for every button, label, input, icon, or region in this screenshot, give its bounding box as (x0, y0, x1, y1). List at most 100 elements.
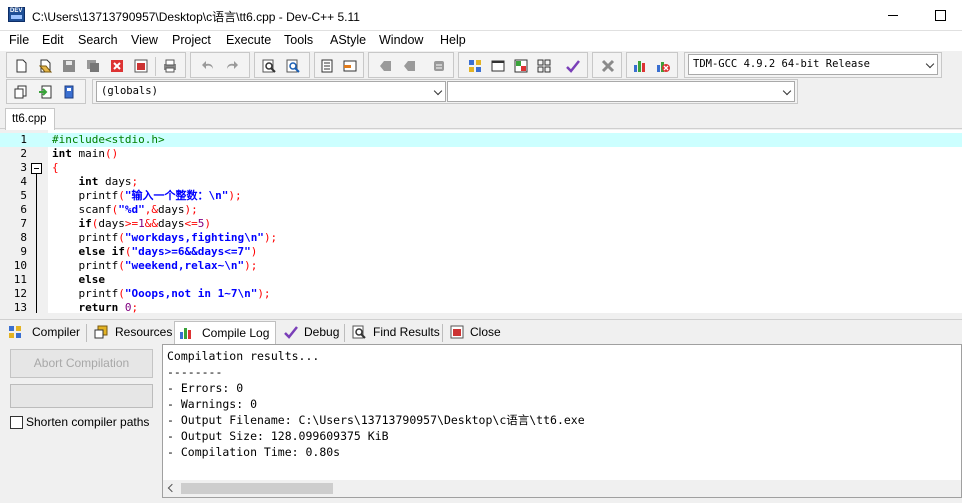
redo-button[interactable] (222, 57, 242, 75)
code-line[interactable]: 4 int days; (0, 175, 962, 189)
open-file-button[interactable] (35, 57, 55, 75)
search-icon (262, 59, 276, 73)
add-to-project-button[interactable] (35, 83, 55, 101)
compile-run-button[interactable] (511, 57, 531, 75)
line-number: 3 (20, 161, 27, 174)
fold-toggle-icon[interactable] (31, 163, 42, 174)
toggle-comment-button[interactable] (429, 57, 449, 75)
save-all-button[interactable] (83, 57, 103, 75)
class-select[interactable]: (globals) (96, 81, 446, 102)
menu-window[interactable]: Window (379, 33, 423, 47)
menu-view[interactable]: View (131, 33, 158, 47)
code-text: else (78, 273, 106, 286)
new-project-button[interactable] (11, 83, 31, 101)
minimize-button[interactable] (870, 0, 916, 30)
delete-profile-icon (657, 62, 670, 72)
clean-button[interactable] (598, 57, 618, 75)
code-line[interactable]: 9 else if("days>=6&&days<=7") (0, 245, 962, 259)
project-options-button[interactable] (59, 83, 79, 101)
print-button[interactable] (160, 57, 180, 75)
code-text: scanf("%d",&days); (52, 203, 198, 216)
undo-icon (202, 61, 213, 69)
title-bar: DEV C:\Users\13713790957\Desktop\c语言\tt6… (0, 0, 962, 31)
menu-search[interactable]: Search (78, 33, 118, 47)
chevron-down-icon (782, 86, 792, 96)
code-line[interactable]: 12 printf("Ooops,not in 1~7\n"); (0, 287, 962, 301)
tab-find-results[interactable]: Find Results (348, 321, 440, 344)
undo-button[interactable] (198, 57, 218, 75)
member-select[interactable] (447, 81, 795, 102)
panel-icon (343, 60, 357, 72)
code-line[interactable]: 1 #include<stdio.h> (0, 133, 962, 147)
code-line[interactable]: 11 else (0, 273, 962, 287)
find-button[interactable] (259, 57, 279, 75)
new-file-button[interactable] (11, 57, 31, 75)
menu-edit[interactable]: Edit (42, 33, 64, 47)
view-toolbar (314, 52, 364, 78)
run-button[interactable] (488, 57, 508, 75)
compile-log-output[interactable]: Compilation results... -------- - Errors… (162, 344, 962, 498)
line-number: 2 (20, 147, 27, 160)
code-line[interactable]: 7 if(days>=1&&days<=5) (0, 217, 962, 231)
menu-help[interactable]: Help (440, 33, 466, 47)
save-button[interactable] (59, 57, 79, 75)
goto-line-button[interactable] (317, 57, 337, 75)
code-line[interactable]: 3 { (0, 161, 962, 175)
project-toolbar (6, 79, 86, 104)
message-tab-bar: Compiler Resources Compile Log Debug Fin… (0, 319, 962, 344)
code-line[interactable]: 10 printf("weekend,relax~\n"); (0, 259, 962, 273)
replace-button[interactable] (283, 57, 303, 75)
scroll-left-icon[interactable] (167, 483, 177, 493)
compiler-select[interactable]: TDM-GCC 4.9.2 64-bit Release (688, 54, 938, 75)
compile-button[interactable] (465, 57, 485, 75)
rebuild-all-button[interactable] (534, 57, 554, 75)
close-all-button[interactable] (131, 57, 151, 75)
save-icon (63, 60, 75, 72)
unindent-icon (404, 61, 415, 71)
horizontal-scrollbar[interactable] (163, 480, 961, 497)
tab-resources[interactable]: Resources (90, 321, 172, 344)
devcpp-logo-icon: DEV (8, 7, 25, 22)
run-window-icon (491, 60, 505, 72)
scrollbar-thumb[interactable] (181, 483, 333, 494)
profile-toolbar (626, 52, 678, 78)
delete-profile-button[interactable] (653, 57, 673, 75)
log-line: - Compilation Time: 0.80s (167, 445, 341, 459)
indent-button[interactable] (376, 57, 396, 75)
menu-project[interactable]: Project (172, 33, 211, 47)
edit-toolbar (190, 52, 250, 78)
profile-button[interactable] (630, 57, 650, 75)
abort-compilation-button[interactable]: Abort Compilation (10, 349, 153, 378)
menu-tools[interactable]: Tools (284, 33, 313, 47)
tab-debug[interactable]: Debug (280, 321, 342, 344)
menu-execute[interactable]: Execute (226, 33, 271, 47)
indent-icon (380, 61, 391, 71)
shorten-paths-checkbox[interactable] (10, 416, 23, 429)
tab-compile-log[interactable]: Compile Log (174, 321, 276, 344)
main-toolbar: TDM-GCC 4.9.2 64-bit Release (0, 51, 962, 79)
menu-astyle[interactable]: AStyle (330, 33, 366, 47)
code-text: printf("weekend,relax~\n"); (52, 259, 258, 272)
editor-tab-bar: tt6.cpp (0, 105, 962, 130)
tab-compiler[interactable]: Compiler (4, 321, 84, 344)
code-line[interactable]: 5 printf("输入一个整数：\n"); (0, 189, 962, 203)
toggle-panel-button[interactable] (340, 57, 360, 75)
tab-tt6-cpp[interactable]: tt6.cpp (5, 108, 55, 130)
code-text: printf("输入一个整数：\n"); (52, 189, 242, 202)
code-text: { (52, 161, 59, 174)
code-line[interactable]: 13 return 0; (0, 301, 962, 313)
syntax-check-button[interactable] (563, 57, 583, 75)
toolbar-separator (155, 57, 156, 76)
code-line[interactable]: 2 int main() (0, 147, 962, 161)
unindent-button[interactable] (400, 57, 420, 75)
close-file-button[interactable] (107, 57, 127, 75)
code-line[interactable]: 6 scanf("%d",&days); (0, 203, 962, 217)
new-file-icon (16, 59, 27, 73)
menu-file[interactable]: File (9, 33, 29, 47)
code-line[interactable]: 8 printf("workdays,fighting\n"); (0, 231, 962, 245)
options-icon (64, 85, 74, 99)
tab-close[interactable]: Close (446, 321, 504, 344)
maximize-button[interactable] (916, 0, 962, 30)
code-editor[interactable]: 1 #include<stdio.h> 2 int main() 3 { 4 i… (0, 130, 962, 313)
code-text: int main() (52, 147, 119, 160)
